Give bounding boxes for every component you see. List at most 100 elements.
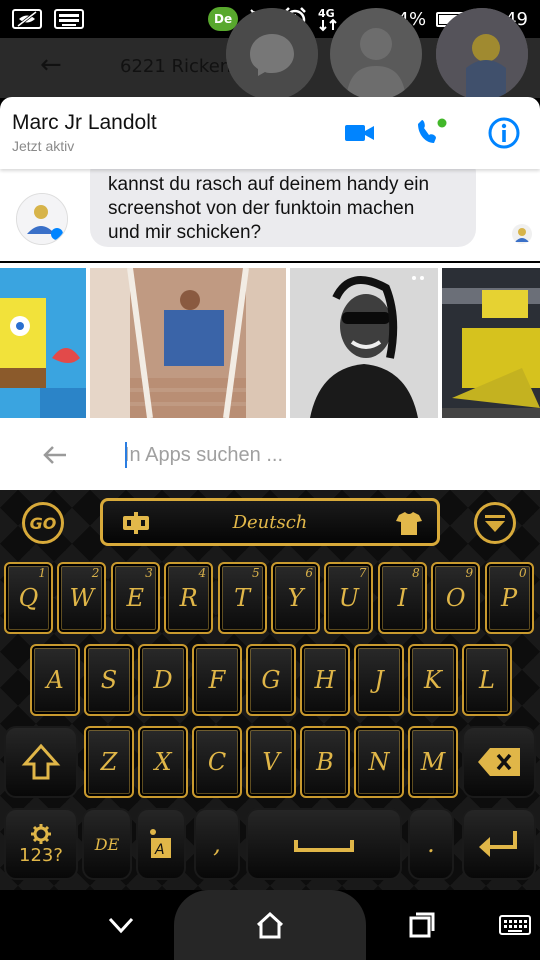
- navigation-bar: [0, 890, 540, 960]
- language-label: Deutsch: [232, 512, 308, 533]
- home-icon[interactable]: [253, 910, 287, 940]
- key-hint: 7: [358, 566, 367, 580]
- space-bar-icon: [294, 840, 354, 852]
- gif-stairs[interactable]: [90, 268, 286, 418]
- key-hint: 3: [145, 566, 153, 580]
- key-label: I: [397, 584, 408, 612]
- info-icon[interactable]: [486, 115, 522, 151]
- key-o[interactable]: O9: [431, 562, 481, 634]
- eye-slash-icon: [12, 9, 42, 29]
- key-hint: 2: [91, 566, 100, 580]
- app-search-row: [0, 420, 540, 490]
- key-c[interactable]: C: [192, 726, 242, 798]
- shift-arrow-icon: [21, 743, 61, 780]
- chevron-down-icon[interactable]: [104, 910, 138, 940]
- key-label: O: [445, 584, 466, 612]
- contact-name[interactable]: Marc Jr Landolt: [12, 111, 157, 135]
- key-w[interactable]: W2: [57, 562, 107, 634]
- seen-indicator-avatar: [512, 224, 532, 244]
- gif-portrait[interactable]: [290, 268, 438, 418]
- key-n[interactable]: N: [354, 726, 404, 798]
- period-key[interactable]: .: [408, 808, 454, 880]
- key-v[interactable]: V: [246, 726, 296, 798]
- cartoon-avatar-icon: [436, 8, 528, 100]
- gif-racing[interactable]: [442, 268, 540, 418]
- shift-key[interactable]: [4, 726, 78, 798]
- key-b[interactable]: B: [300, 726, 350, 798]
- keyboard-switch-icon[interactable]: [498, 910, 532, 940]
- video-call-icon[interactable]: [342, 115, 378, 151]
- backspace-key[interactable]: [462, 726, 536, 798]
- theme-shirt-icon[interactable]: [395, 509, 423, 537]
- key-j[interactable]: J: [354, 644, 404, 716]
- language-bar[interactable]: Deutsch: [100, 498, 440, 546]
- key-i[interactable]: I8: [377, 562, 427, 634]
- recent-apps-icon[interactable]: [405, 910, 439, 940]
- go-keyboard-button[interactable]: GO: [22, 502, 64, 544]
- back-arrow-icon[interactable]: [40, 440, 70, 470]
- symbols-key[interactable]: 123?: [4, 808, 78, 880]
- chathead-contact-3[interactable]: [436, 8, 528, 100]
- keyboard-icon: [54, 9, 84, 29]
- chathead-contact-2[interactable]: [330, 8, 422, 100]
- key-s[interactable]: S: [84, 644, 134, 716]
- key-a[interactable]: A: [30, 644, 80, 716]
- key-r[interactable]: R4: [164, 562, 214, 634]
- key-m[interactable]: M: [408, 726, 458, 798]
- gif-strip: [0, 263, 540, 420]
- dictionary-key[interactable]: A: [136, 808, 186, 880]
- dictionary-icon: A: [150, 829, 171, 858]
- key-hint: 9: [465, 566, 474, 580]
- app-search-input[interactable]: [124, 438, 504, 472]
- comma-key[interactable]: ,: [194, 808, 240, 880]
- language-key[interactable]: DE: [82, 808, 132, 880]
- gif-spongebob[interactable]: [0, 268, 86, 418]
- network-type-label: 4G: [318, 7, 335, 20]
- key-q[interactable]: Q1: [4, 562, 53, 634]
- key-f[interactable]: F: [192, 644, 242, 716]
- background-back-arrow-icon: ←: [40, 50, 62, 80]
- key-hint: 1: [38, 566, 46, 580]
- key-label: W: [69, 584, 95, 612]
- sender-avatar[interactable]: [16, 193, 68, 245]
- enter-key[interactable]: [462, 808, 536, 880]
- key-hint: 4: [198, 566, 207, 580]
- messenger-icon: [226, 8, 318, 100]
- key-label: R: [179, 584, 198, 612]
- message-line-3: und mir schicken?: [108, 222, 262, 243]
- key-p[interactable]: P0: [484, 562, 534, 634]
- key-z[interactable]: Z: [84, 726, 134, 798]
- key-label: U: [338, 584, 359, 612]
- message-thread: kannst du rasch auf deinem handy ein scr…: [0, 169, 540, 261]
- background-app-title: 6221 Ricken: [120, 56, 232, 77]
- key-g[interactable]: G: [246, 644, 296, 716]
- key-e[interactable]: E3: [110, 562, 160, 634]
- key-h[interactable]: H: [300, 644, 350, 716]
- text-caret: [125, 442, 127, 468]
- key-l[interactable]: L: [462, 644, 512, 716]
- key-k[interactable]: K: [408, 644, 458, 716]
- triangle-down-icon: [485, 515, 505, 532]
- key-y[interactable]: Y6: [271, 562, 320, 634]
- key-label: P: [501, 584, 518, 612]
- message-bubble[interactable]: kannst du rasch auf deinem handy ein scr…: [90, 169, 476, 247]
- keyboard: GO Deutsch Q1W2E3R4T5Y6U7I8O9P0 ASDFGHJK…: [0, 490, 540, 890]
- key-x[interactable]: X: [138, 726, 188, 798]
- space-key[interactable]: [246, 808, 402, 880]
- avatar-placeholder-icon: [346, 28, 406, 100]
- keyboard-toolbar: GO Deutsch: [0, 490, 540, 556]
- contact-status: Jetzt aktiv: [12, 138, 75, 154]
- key-d[interactable]: D: [138, 644, 188, 716]
- message-line-2: screenshot von der funktoin machen: [108, 198, 415, 219]
- voice-call-icon[interactable]: [414, 115, 450, 151]
- key-u[interactable]: U7: [324, 562, 374, 634]
- hide-keyboard-button[interactable]: [474, 502, 516, 544]
- key-label: Q: [18, 584, 39, 612]
- chat-header: Marc Jr Landolt Jetzt aktiv: [0, 97, 540, 169]
- svg-text:A: A: [154, 842, 165, 858]
- key-t[interactable]: T5: [217, 562, 267, 634]
- messenger-chathead-bubble[interactable]: [226, 8, 318, 100]
- enter-arrow-icon: [479, 831, 517, 857]
- symbols-key-label: 123?: [19, 844, 63, 866]
- key-label: E: [126, 584, 145, 612]
